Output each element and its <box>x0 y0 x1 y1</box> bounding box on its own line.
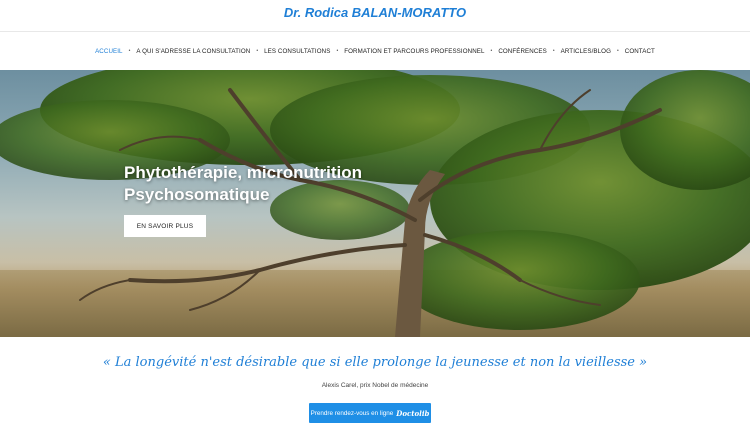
nav-item-contact[interactable]: CONTACT <box>623 48 657 55</box>
nav-item-label[interactable]: ACCUEIL <box>93 48 125 55</box>
nav-item-label[interactable]: LES CONSULTATIONS <box>262 48 332 55</box>
book-appointment-label: Prendre rendez-vous en ligne <box>310 409 394 417</box>
nav-item-articles-blog[interactable]: ARTICLES/BLOG <box>559 48 613 55</box>
nav-item-formation[interactable]: FORMATION ET PARCOURS PROFESSIONNEL <box>342 48 486 55</box>
nav-item-label[interactable]: CONFÉRENCES <box>496 48 549 55</box>
book-appointment-button[interactable]: Prendre rendez-vous en ligne Doctolib <box>309 403 431 423</box>
nav-item-label[interactable]: CONTACT <box>623 48 657 55</box>
site-title[interactable]: Dr. Rodica BALAN-MORATTO <box>0 5 750 20</box>
nav-item-a-qui-s-adresse[interactable]: A QUI S'ADRESSE LA CONSULTATION <box>134 48 252 55</box>
hero-heading: Phytothérapie, micronutrition Psychosoma… <box>124 162 424 206</box>
hero-banner: Phytothérapie, micronutrition Psychosoma… <box>0 70 750 337</box>
doctolib-logo: Doctolib <box>396 408 430 418</box>
nav-separator: • <box>552 48 555 54</box>
quote-text: « La longévité n'est désirable que si el… <box>102 355 648 370</box>
nav-item-label[interactable]: ARTICLES/BLOG <box>559 48 613 55</box>
nav-separator: • <box>490 48 493 54</box>
nav-separator: • <box>336 48 339 54</box>
hero-heading-line-2: Psychosomatique <box>124 185 270 204</box>
nav-item-label[interactable]: A QUI S'ADRESSE LA CONSULTATION <box>134 48 252 55</box>
main-nav: ACCUEIL • A QUI S'ADRESSE LA CONSULTATIO… <box>0 32 750 70</box>
learn-more-button[interactable]: EN SAVOIR PLUS <box>124 215 206 237</box>
nav-item-les-consultations[interactable]: LES CONSULTATIONS <box>262 48 332 55</box>
nav-item-accueil[interactable]: ACCUEIL <box>93 48 125 55</box>
nav-separator: • <box>128 48 131 54</box>
nav-item-conferences[interactable]: CONFÉRENCES <box>496 48 549 55</box>
nav-item-label[interactable]: FORMATION ET PARCOURS PROFESSIONNEL <box>342 48 486 55</box>
quote-author: Alexis Carel, prix Nobel de médecine <box>321 382 429 389</box>
top-bar: Dr. Rodica BALAN-MORATTO <box>0 0 750 32</box>
nav-separator: • <box>616 48 619 54</box>
nav-separator: • <box>256 48 259 54</box>
hero-heading-line-1: Phytothérapie, micronutrition <box>124 163 363 182</box>
